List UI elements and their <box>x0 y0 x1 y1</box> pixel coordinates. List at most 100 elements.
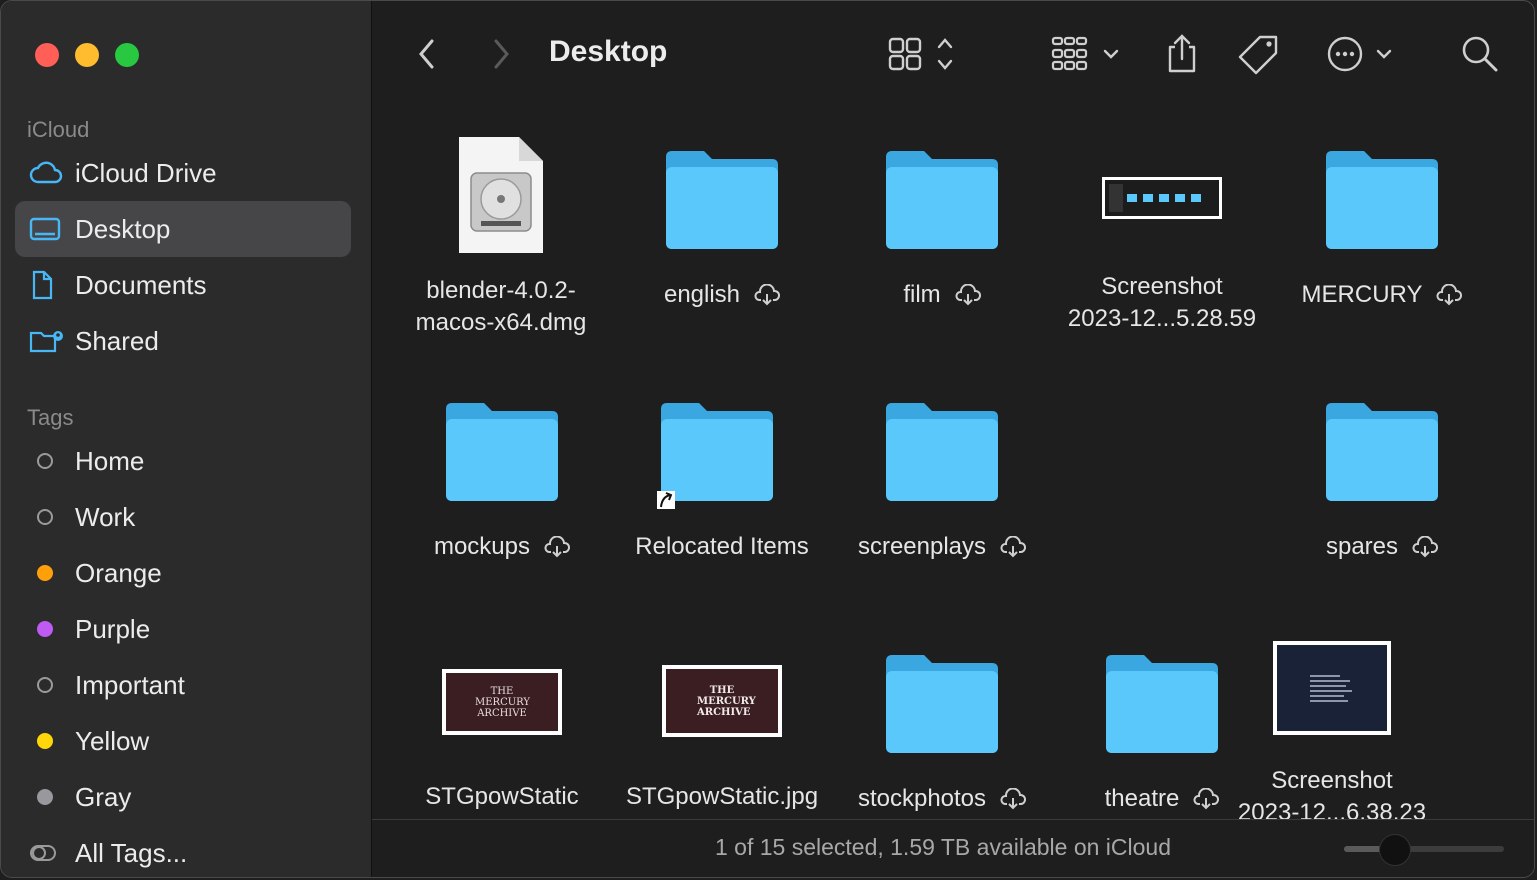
folder-item-relocated-items[interactable]: Relocated Items <box>612 399 832 563</box>
tag-button[interactable] <box>1238 31 1282 77</box>
file-name-line2: macos-x64.dmg <box>415 309 587 336</box>
sidebar-item-label: Documents <box>75 269 207 300</box>
file-item-stgpowstatic-jpg[interactable]: THE MERCURY ARCHIVE STGpowStatic.jpg <box>612 665 832 813</box>
sidebar-tag-orange[interactable]: Orange <box>15 545 351 601</box>
file-item-screenshot-2[interactable]: Screenshot 2023-12...6.38.23 <box>1222 641 1442 829</box>
sidebar-item-desktop[interactable]: Desktop <box>15 201 351 257</box>
file-name: mockups <box>433 533 531 560</box>
disk-image-icon <box>459 137 543 253</box>
file-name: film <box>903 281 941 308</box>
file-name: Screenshot <box>1101 273 1223 300</box>
share-button[interactable] <box>1164 31 1200 77</box>
tag-dot-icon <box>29 621 69 637</box>
cloud-download-icon[interactable] <box>544 535 571 563</box>
file-name: spares <box>1325 533 1399 560</box>
file-item-stgpowstatic[interactable]: THE MERCURY ARCHIVE STGpowStatic <box>392 669 612 813</box>
sidebar-tag-important[interactable]: Important <box>15 657 351 713</box>
tag-label: Work <box>75 501 136 532</box>
back-button[interactable] <box>416 31 438 77</box>
folder-item-spares[interactable]: spares <box>1272 399 1492 563</box>
minimize-window-button[interactable] <box>75 43 99 67</box>
folder-item-stockphotos[interactable]: stockphotos <box>832 651 1052 815</box>
file-name: blender-4.0.2- <box>426 277 576 304</box>
tag-label: Yellow <box>75 725 150 756</box>
tag-label: Home <box>75 445 145 476</box>
sidebar-tag-home[interactable]: Home <box>15 433 351 489</box>
sidebar-item-label: Desktop <box>75 213 171 244</box>
sidebar-item-label: Shared <box>75 325 159 356</box>
more-actions-button[interactable] <box>1326 31 1398 77</box>
screenshot-thumbnail <box>1273 641 1391 735</box>
document-icon <box>29 270 69 300</box>
sidebar-item-icloud-drive[interactable]: iCloud Drive <box>15 145 351 201</box>
search-button[interactable] <box>1460 31 1500 77</box>
folder-item-english[interactable]: english <box>612 147 832 311</box>
forward-button[interactable] <box>490 31 512 77</box>
tag-dot-icon <box>29 509 69 525</box>
search-icon <box>1462 36 1498 72</box>
folder-icon <box>446 403 558 501</box>
file-name: Screenshot <box>1271 767 1393 794</box>
tag-dot-icon <box>29 677 69 693</box>
window-title: Desktop <box>549 35 668 68</box>
toolbar: Desktop <box>372 1 1534 107</box>
sidebar-section-tags: Tags <box>27 405 74 430</box>
ellipsis-circle-icon <box>1327 36 1392 72</box>
folder-item-film[interactable]: film <box>832 147 1052 311</box>
thumbnail-text: THE MERCURY ARCHIVE <box>697 684 756 718</box>
sidebar-tag-yellow[interactable]: Yellow <box>15 713 351 769</box>
folder-item-screenplays[interactable]: screenplays <box>832 399 1052 563</box>
thumbnail-text: THE MERCURY ARCHIVE <box>475 685 530 719</box>
slider-knob[interactable] <box>1379 834 1412 866</box>
folder-icon <box>1326 151 1438 249</box>
zoom-window-button[interactable] <box>115 43 139 67</box>
alias-folder-icon <box>657 403 773 509</box>
folder-item-mercury[interactable]: MERCURY <box>1272 147 1492 311</box>
folder-icon <box>886 655 998 753</box>
cloud-download-icon[interactable] <box>1193 787 1220 815</box>
cloud-download-icon[interactable] <box>754 283 781 311</box>
tag-dot-icon <box>29 453 69 469</box>
file-name: Relocated Items <box>635 533 809 560</box>
folder-icon <box>886 403 998 501</box>
cloud-download-icon[interactable] <box>1436 283 1463 311</box>
image-thumbnail: THE MERCURY ARCHIVE <box>662 665 782 737</box>
file-name: STGpowStatic.jpg <box>625 783 819 810</box>
file-name: screenplays <box>857 533 987 560</box>
folder-icon <box>666 151 778 249</box>
cloud-download-icon[interactable] <box>955 283 981 311</box>
file-name: english <box>663 281 741 308</box>
tag-label: Important <box>75 669 185 700</box>
all-tags-icon <box>29 842 69 864</box>
group-by-button[interactable] <box>1050 31 1124 77</box>
cloud-download-icon[interactable] <box>1000 535 1027 563</box>
close-window-button[interactable] <box>35 43 59 67</box>
cloud-icon <box>29 160 69 186</box>
view-mode-button[interactable] <box>888 31 960 77</box>
tag-label: Purple <box>75 613 151 644</box>
sidebar: iCloud iCloud Drive Desktop Documents Sh… <box>1 1 372 877</box>
sidebar-item-documents[interactable]: Documents <box>15 257 351 313</box>
icon-size-slider[interactable] <box>1344 834 1504 866</box>
file-name: stockphotos <box>857 785 987 812</box>
file-name: MERCURY <box>1301 281 1423 308</box>
sidebar-tag-purple[interactable]: Purple <box>15 601 351 657</box>
file-name-line2: 2023-12...5.28.59 <box>1067 305 1257 332</box>
status-bar: 1 of 15 selected, 1.59 TB available on i… <box>372 819 1534 877</box>
file-item-screenshot-1[interactable]: Screenshot 2023-12...5.28.59 <box>1052 177 1272 335</box>
sidebar-item-shared[interactable]: Shared <box>15 313 351 369</box>
image-thumbnail: THE MERCURY ARCHIVE <box>442 669 562 735</box>
sidebar-tag-work[interactable]: Work <box>15 489 351 545</box>
tag-icon <box>1238 35 1278 75</box>
folder-icon <box>1106 655 1218 753</box>
sidebar-tag-gray[interactable]: Gray <box>15 769 351 825</box>
folder-item-mockups[interactable]: mockups <box>392 399 612 563</box>
sidebar-item-label: iCloud Drive <box>75 157 217 188</box>
folder-icon <box>1326 403 1438 501</box>
sidebar-tag-all[interactable]: All Tags... <box>15 825 351 877</box>
file-item-blender-dmg[interactable]: blender-4.0.2- macos-x64.dmg <box>391 133 611 339</box>
desktop-icon <box>29 216 69 242</box>
cloud-download-icon[interactable] <box>1412 535 1439 563</box>
cloud-download-icon[interactable] <box>1000 787 1027 815</box>
file-name: STGpowStatic <box>425 783 579 810</box>
